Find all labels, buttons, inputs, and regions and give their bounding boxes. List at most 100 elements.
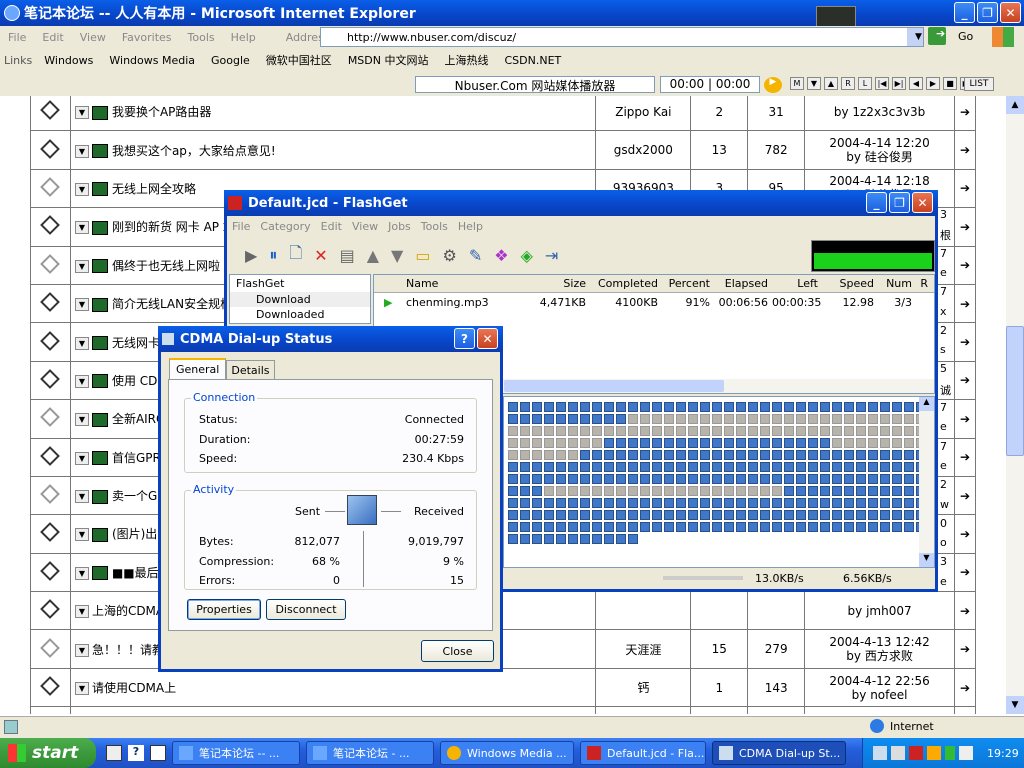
expand-icon[interactable]: ▼: [74, 566, 89, 580]
edit-icon[interactable]: ✎: [469, 246, 482, 265]
start-job-icon[interactable]: ▶: [245, 246, 257, 265]
fg-menu-category[interactable]: Category: [255, 220, 315, 233]
start-button[interactable]: start: [0, 738, 96, 768]
expand-icon[interactable]: ▼: [74, 451, 89, 465]
col-size[interactable]: Size: [524, 277, 590, 290]
thread-author[interactable]: [595, 591, 692, 631]
battery-tray-icon[interactable]: [945, 746, 955, 760]
address-field[interactable]: http://www.nbuser.com/discuz/ ▼: [320, 27, 924, 47]
goto-last-icon[interactable]: ➔: [953, 514, 977, 554]
thread-title[interactable]: 无线上网全攻略: [112, 182, 196, 196]
input-tray-icon[interactable]: [927, 746, 941, 760]
col-speed[interactable]: Speed: [822, 277, 878, 290]
flashget-tray-icon[interactable]: [909, 746, 923, 760]
goto-last-icon[interactable]: ➔: [953, 283, 977, 324]
thread-title[interactable]: 我想买这个ap，大家给点意见!: [112, 144, 276, 158]
fg-menu-view[interactable]: View: [347, 220, 383, 233]
expand-icon[interactable]: ▼: [74, 182, 89, 196]
scroll-down-icon[interactable]: ▼: [1006, 696, 1024, 714]
flashget-close-button[interactable]: ✕: [912, 192, 933, 213]
player-btn-back[interactable]: ◀: [909, 77, 923, 90]
goto-last-icon[interactable]: ➔: [953, 552, 977, 593]
pause-job-icon[interactable]: ⏸: [269, 245, 277, 265]
flashget-titlebar[interactable]: Default.jcd - FlashGet _ ❐ ✕: [224, 190, 938, 216]
task-ie-1[interactable]: 笔记本论坛 -- ...: [172, 741, 300, 765]
goto-last-icon[interactable]: ➔: [953, 96, 977, 132]
link-msdn-cn[interactable]: MSDN 中文网站: [340, 52, 437, 68]
goto-last-icon[interactable]: ➔: [953, 360, 977, 401]
expand-icon[interactable]: ▼: [74, 605, 89, 619]
thread-title[interactable]: 偶终于也无线上网啦: [112, 259, 220, 273]
properties-button[interactable]: Properties: [187, 599, 261, 620]
thread-row[interactable]: ▼艾斐信天游----金卡即将上市----尽显尊贵人生无线网络2003135282…: [30, 706, 977, 714]
goto-last-icon[interactable]: ➔: [953, 207, 977, 247]
ie-scrollbar[interactable]: ▲ ▼: [1006, 96, 1024, 714]
tab-general[interactable]: General: [169, 358, 227, 380]
menu-edit[interactable]: Edit: [34, 31, 71, 44]
thread-author[interactable]: 无线网络2003: [595, 706, 692, 714]
scroll-up-icon[interactable]: ▲: [1006, 96, 1024, 114]
goto-last-icon[interactable]: ➔: [953, 437, 977, 477]
site-explorer-icon[interactable]: ◈: [521, 246, 533, 265]
thread-title-cell[interactable]: ▼艾斐信天游----金卡即将上市----尽显尊贵人生: [69, 706, 597, 714]
col-name[interactable]: Name: [406, 277, 524, 290]
player-btn-stop[interactable]: ■: [943, 77, 957, 90]
tree-downloaded[interactable]: Downloaded: [230, 307, 370, 322]
thread-title[interactable]: (图片)出: [112, 527, 157, 541]
goto-last-icon[interactable]: ➔: [953, 168, 977, 209]
help-button[interactable]: ?: [454, 328, 475, 349]
player-btn-play[interactable]: ▶: [926, 77, 940, 90]
link-google[interactable]: Google: [203, 54, 258, 67]
expand-icon[interactable]: ▼: [74, 336, 89, 350]
link-windows[interactable]: Windows: [36, 54, 101, 67]
col-r[interactable]: R: [916, 277, 928, 290]
player-btn-next[interactable]: ▶|: [892, 77, 906, 90]
thread-title[interactable]: 卖一个Gl: [112, 489, 161, 503]
expand-icon[interactable]: ▼: [74, 298, 89, 312]
thread-title[interactable]: 首信GPR: [112, 451, 161, 465]
speaker-tray-icon[interactable]: [959, 746, 973, 760]
settings-icon[interactable]: ⚙: [442, 246, 456, 265]
goto-last-icon[interactable]: ➔: [953, 245, 977, 285]
thread-title-cell[interactable]: ▼ 请使用CDMA上: [69, 667, 597, 708]
player-btn-down[interactable]: ▼: [807, 77, 821, 90]
thread-title[interactable]: 我要换个AP路由器: [112, 105, 211, 119]
speed-slider[interactable]: [663, 576, 743, 580]
goto-last-icon[interactable]: ➔: [953, 591, 977, 631]
fg-menu-edit[interactable]: Edit: [316, 220, 347, 233]
col-left[interactable]: Left: [772, 277, 822, 290]
thread-author[interactable]: 钙: [595, 667, 692, 708]
fg-menu-file[interactable]: File: [227, 220, 255, 233]
task-cdma[interactable]: CDMA Dial-up St...: [712, 741, 846, 765]
ie-titlebar[interactable]: 笔记本论坛 -- 人人有本用 - Microsoft Internet Expl…: [0, 0, 1024, 38]
fg-menu-help[interactable]: Help: [453, 220, 488, 233]
keyboard-icon[interactable]: [150, 745, 166, 761]
flashget-minimize-button[interactable]: _: [866, 192, 887, 213]
block-scroll-down-icon[interactable]: ▼: [919, 553, 934, 567]
cdma-close-button[interactable]: ✕: [477, 328, 498, 349]
link-windows-media[interactable]: Windows Media: [101, 54, 203, 67]
thread-title[interactable]: 请使用CDMA上: [92, 681, 176, 695]
col-completed[interactable]: Completed: [590, 277, 662, 290]
expand-icon[interactable]: ▼: [74, 144, 89, 158]
volume-tray-icon[interactable]: [891, 746, 905, 760]
tab-details[interactable]: Details: [226, 360, 275, 380]
expand-icon[interactable]: ▼: [74, 643, 89, 657]
thread-author[interactable]: Zippo Kai: [595, 96, 692, 132]
help-quicklaunch-icon[interactable]: ?: [128, 745, 144, 761]
player-btn-prev[interactable]: |◀: [875, 77, 889, 90]
cdma-titlebar[interactable]: CDMA Dial-up Status ? ✕: [158, 326, 503, 352]
expand-icon[interactable]: ▼: [74, 259, 89, 273]
menu-view[interactable]: View: [72, 31, 114, 44]
player-btn-l[interactable]: L: [858, 77, 872, 90]
link-csdn[interactable]: CSDN.NET: [496, 54, 569, 67]
menu-help[interactable]: Help: [223, 31, 264, 44]
col-elapsed[interactable]: Elapsed: [714, 277, 772, 290]
scroll-thumb[interactable]: [1006, 326, 1024, 456]
task-flashget[interactable]: Default.jcd - Fla...: [580, 741, 706, 765]
expand-icon[interactable]: ▼: [74, 528, 89, 542]
block-scroll-up-icon[interactable]: ▲: [919, 397, 934, 411]
play-icon[interactable]: ▶: [764, 77, 782, 93]
close-dialog-button[interactable]: Close: [421, 640, 494, 662]
chevron-down-icon[interactable]: ▼: [907, 28, 923, 46]
